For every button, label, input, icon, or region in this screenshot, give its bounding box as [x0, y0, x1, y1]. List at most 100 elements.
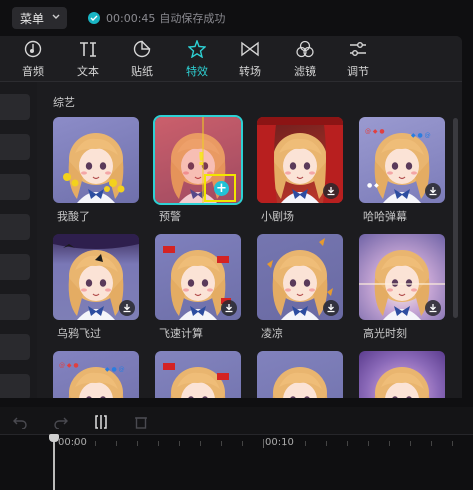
effect-item[interactable]: 高光时刻 [359, 234, 445, 344]
effect-thumbnail[interactable] [155, 351, 241, 398]
ruler-tick [158, 441, 159, 446]
download-icon[interactable] [323, 183, 339, 199]
effect-name: 哈哈弹幕 [363, 210, 407, 223]
download-icon[interactable] [221, 300, 237, 316]
subcategory-item[interactable] [0, 214, 30, 240]
effect-item[interactable]: 小剧场 [257, 117, 343, 227]
subcategory-item[interactable] [0, 374, 30, 398]
ruler-tick [95, 441, 96, 446]
effect-item[interactable]: @ ◆ ● ◆ ● @ ● ◆ 哈哈弹幕 [359, 117, 445, 227]
ruler-tick [137, 441, 138, 446]
add-highlight-box: + [204, 174, 236, 202]
ruler-tick [116, 441, 117, 446]
effect-thumbnail[interactable]: ! + [153, 115, 243, 205]
ruler-tick [389, 441, 390, 446]
effect-name: 飞速计算 [159, 327, 203, 340]
tab-transition[interactable]: 转场 [225, 36, 275, 82]
autosave-status: 00:00:45 自动保存成功 [88, 10, 225, 26]
tab-filter[interactable]: 滤镜 [280, 36, 330, 82]
effect-item[interactable]: 凌凉 [257, 234, 343, 344]
svg-text:● ◆: ● ◆ [367, 182, 379, 189]
download-icon[interactable] [119, 300, 135, 316]
category-tabs: 音频 文本 贴纸 特效 转场 滤镜 调节 [0, 36, 462, 82]
menu-label: 菜单 [20, 11, 45, 26]
tab-label: 转场 [239, 65, 261, 78]
ruler-tick [179, 441, 180, 446]
transition-icon [241, 41, 259, 57]
tab-label: 音频 [22, 65, 44, 78]
undo-icon[interactable] [13, 415, 27, 429]
autosave-time: 00:00:45 [106, 11, 156, 25]
effect-thumbnail[interactable]: @ ◆ ●◆ ● @● ◆ [53, 351, 139, 398]
effect-item[interactable]: ! + 预警 [153, 115, 243, 227]
tab-label: 滤镜 [294, 65, 316, 78]
filter-icon [296, 40, 314, 58]
download-icon[interactable] [323, 300, 339, 316]
timeline-ruler[interactable]: 00:00 00:10 [0, 434, 473, 490]
svg-text:@ ◆ ●: @ ◆ ● [59, 362, 79, 369]
tab-sticker[interactable]: 贴纸 [117, 36, 167, 82]
subcategory-item[interactable] [0, 254, 30, 280]
ruler-tick [242, 441, 243, 446]
effect-item[interactable]: 我酸了 [53, 117, 139, 227]
top-bar: 菜单 00:00:45 自动保存成功 [0, 0, 473, 36]
download-icon[interactable] [425, 183, 441, 199]
ruler-tick [221, 441, 222, 446]
ruler-tick [452, 441, 453, 446]
autosave-text: 自动保存成功 [159, 12, 226, 25]
time-label: 00:10 [265, 437, 294, 448]
ruler-tick [347, 441, 348, 446]
media-panel: 音频 文本 贴纸 特效 转场 滤镜 调节 综艺 我酸了 ! + 预警 小剧场 @… [0, 36, 462, 398]
effect-item[interactable]: 乌鸦飞过 [53, 234, 139, 344]
subcategory-item[interactable] [0, 94, 30, 120]
effect-thumbnail[interactable] [53, 117, 139, 203]
adjust-icon [350, 42, 366, 56]
tab-text[interactable]: 文本 [63, 36, 113, 82]
svg-text:@ ◆ ●: @ ◆ ● [365, 128, 385, 135]
tab-label: 特效 [186, 65, 208, 78]
redo-icon[interactable] [54, 415, 68, 429]
ruler-tick [368, 441, 369, 446]
scrollbar[interactable] [453, 118, 458, 398]
download-icon[interactable] [425, 300, 441, 316]
tab-effects[interactable]: 特效 [172, 36, 222, 82]
subcategory-rail [0, 82, 37, 398]
subcategory-item[interactable] [0, 294, 30, 320]
svg-text:◆ ● @: ◆ ● @ [105, 366, 125, 373]
effect-thumbnail[interactable] [155, 234, 241, 320]
effects-icon [188, 40, 206, 58]
effect-thumbnail[interactable] [257, 351, 343, 398]
effect-thumbnail[interactable] [53, 234, 139, 320]
effect-name: 乌鸦飞过 [57, 327, 101, 340]
effect-thumbnail[interactable] [359, 351, 445, 398]
playhead[interactable] [53, 438, 55, 490]
subcategory-item[interactable] [0, 134, 30, 160]
effect-thumbnail[interactable] [359, 234, 445, 320]
delete-icon[interactable] [134, 415, 148, 429]
tab-label: 贴纸 [131, 65, 153, 78]
audio-icon [24, 40, 42, 58]
subcategory-item[interactable] [0, 334, 30, 360]
effect-thumbnail[interactable]: @ ◆ ●◆ ● @● ◆ [359, 117, 445, 203]
effect-name: 高光时刻 [363, 327, 407, 340]
add-effect-button[interactable]: + [214, 181, 229, 196]
ruler-tick [305, 441, 306, 446]
effect-item[interactable]: @ ◆ ●◆ ● @● ◆ [53, 351, 139, 398]
effect-item[interactable] [257, 351, 343, 398]
time-label: 00:00 [58, 437, 87, 448]
effect-thumbnail[interactable] [257, 234, 343, 320]
split-icon[interactable] [94, 415, 108, 429]
effect-item[interactable] [155, 351, 241, 398]
playhead-handle[interactable] [49, 434, 59, 442]
tab-adjust[interactable]: 调节 [333, 36, 383, 82]
effect-name: 小剧场 [261, 210, 294, 223]
tab-audio[interactable]: 音频 [8, 36, 58, 82]
menu-button[interactable]: 菜单 [12, 7, 67, 29]
ruler-tick [200, 441, 201, 446]
subcategory-item[interactable] [0, 174, 30, 200]
tab-label: 调节 [347, 65, 369, 78]
effect-item[interactable]: 飞速计算 [155, 234, 241, 344]
effect-name: 凌凉 [261, 327, 283, 340]
effect-item[interactable] [359, 351, 445, 398]
effect-thumbnail[interactable] [257, 117, 343, 203]
